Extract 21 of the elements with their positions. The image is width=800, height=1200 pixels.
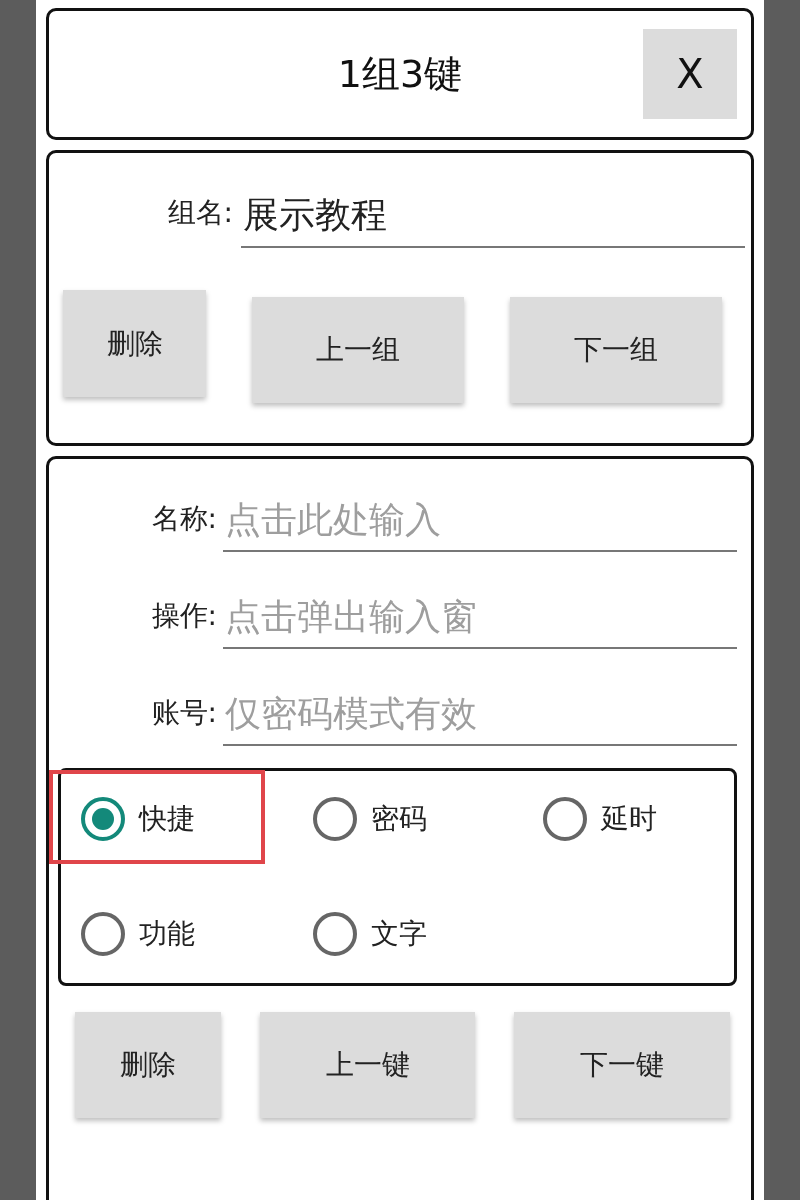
- field-label: 账号:: [150, 695, 217, 731]
- mode-radio[interactable]: 快捷: [81, 795, 195, 843]
- field-label: 操作:: [150, 598, 217, 634]
- close-button[interactable]: X: [643, 29, 737, 119]
- next-group-button[interactable]: 下一组: [510, 297, 722, 403]
- next-key-button[interactable]: 下一键: [514, 1012, 730, 1118]
- previous-group-button[interactable]: 上一组: [252, 297, 464, 403]
- text-field[interactable]: 点击弹出输入窗: [223, 592, 737, 649]
- previous-key-button[interactable]: 上一键: [260, 1012, 475, 1118]
- mode-radio[interactable]: 密码: [313, 795, 427, 843]
- mode-radio[interactable]: 功能: [81, 910, 195, 958]
- mode-radio[interactable]: 延时: [543, 795, 657, 843]
- delete-button[interactable]: 删除: [63, 290, 206, 397]
- text-field[interactable]: 点击此处输入: [223, 495, 737, 552]
- mode-radio[interactable]: 文字: [313, 910, 427, 958]
- delete-button[interactable]: 删除: [75, 1012, 221, 1118]
- group-name-field[interactable]: 展示教程: [241, 191, 745, 248]
- field-label: 名称:: [150, 501, 217, 537]
- text-field[interactable]: 仅密码模式有效: [223, 689, 737, 746]
- field-label: 组名:: [166, 195, 233, 231]
- dialog-title: 1组3键: [336, 50, 464, 98]
